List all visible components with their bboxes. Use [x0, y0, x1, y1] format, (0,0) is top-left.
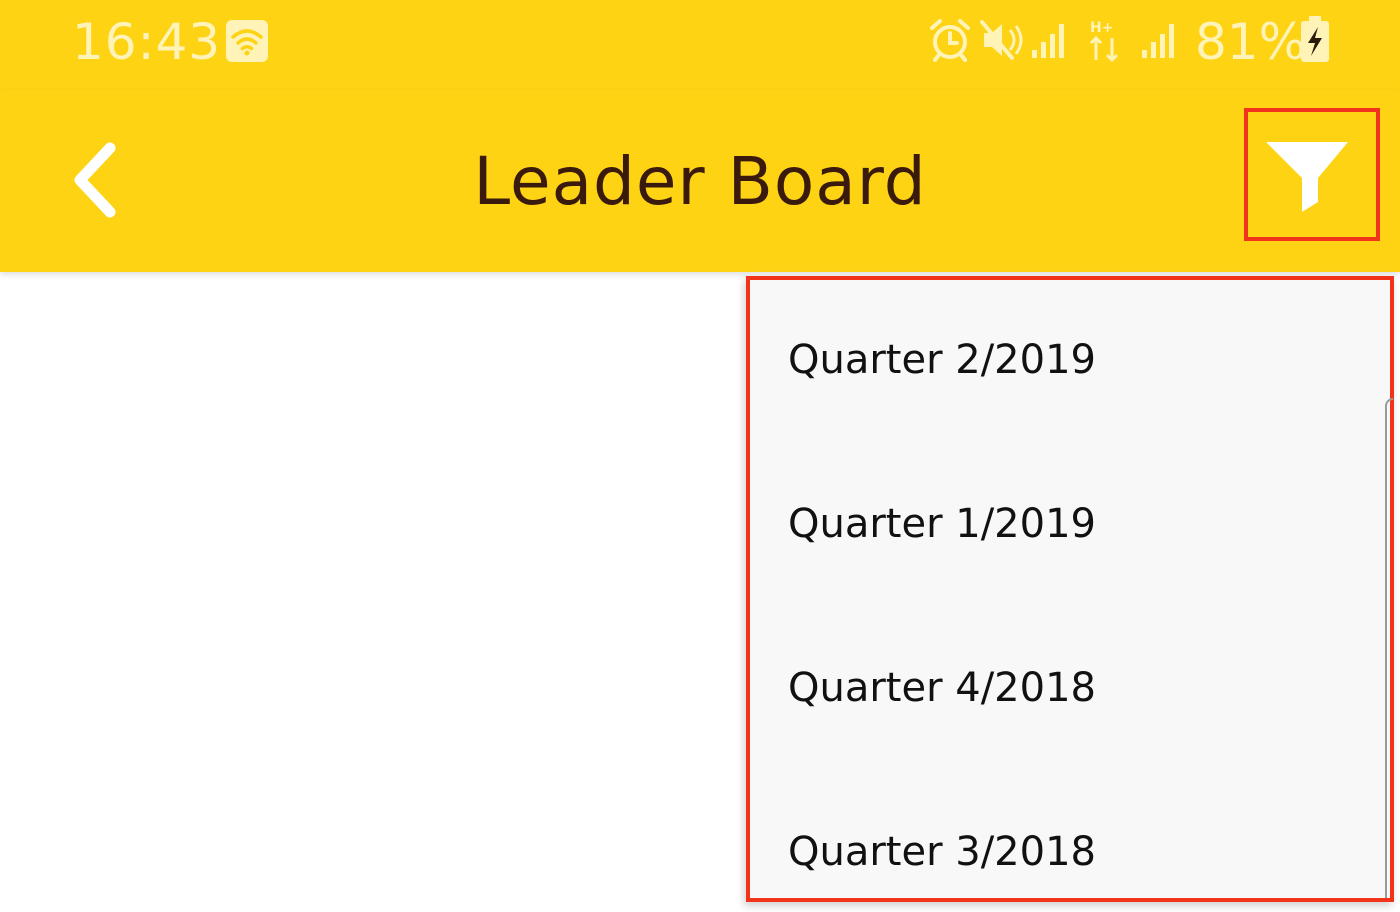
filter-button[interactable]: [1244, 108, 1380, 241]
quarter-filter-menu: Quarter 2/2019 Quarter 1/2019 Quarter 4/…: [746, 276, 1394, 902]
menu-item-quarter-2-2019[interactable]: Quarter 2/2019: [750, 300, 1390, 420]
leaderboard-screen: 16:43 H+ 81% Leader Board Quarter 2/2019…: [0, 0, 1400, 912]
app-bar: Leader Board: [0, 90, 1400, 272]
menu-item-quarter-1-2019[interactable]: Quarter 1/2019: [750, 464, 1390, 584]
signal-icon: [1142, 24, 1174, 58]
menu-item-quarter-3-2018[interactable]: Quarter 3/2018: [750, 792, 1390, 912]
mute-icon: [980, 20, 1023, 60]
hplus-data-icon: H+: [1089, 20, 1119, 62]
battery-percent: 81%: [1195, 13, 1307, 71]
alarm-icon: [930, 19, 970, 62]
battery-charging-icon: [1301, 16, 1329, 62]
status-time: 16:43: [72, 13, 222, 71]
signal-icon: [1032, 24, 1064, 58]
svg-text:H+: H+: [1090, 20, 1113, 36]
wifi-icon: [226, 20, 268, 62]
status-bar: 16:43 H+ 81%: [0, 0, 1400, 90]
filter-funnel-icon: [1266, 142, 1348, 212]
menu-scroll-edge: [1385, 398, 1393, 898]
menu-item-quarter-4-2018[interactable]: Quarter 4/2018: [750, 628, 1390, 748]
page-title: Leader Board: [473, 143, 927, 220]
